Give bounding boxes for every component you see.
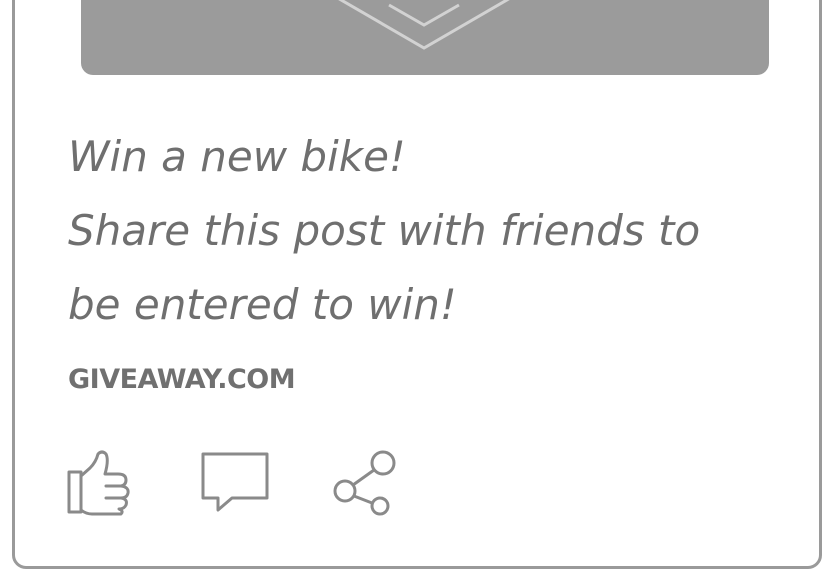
image-placeholder-icon	[338, 0, 510, 50]
post-caption: Win a new bike! Share this post with fri…	[68, 120, 788, 342]
share-button[interactable]	[332, 446, 404, 518]
post-image-placeholder[interactable]	[81, 0, 769, 75]
caption-line-1: Win a new bike!	[68, 132, 406, 181]
speech-bubble-icon	[201, 452, 269, 512]
comment-button[interactable]	[200, 446, 272, 518]
share-icon	[333, 450, 396, 516]
source-link[interactable]: GIVEAWAY.COM	[68, 364, 296, 395]
thumbs-up-icon	[67, 450, 130, 516]
like-button[interactable]	[66, 446, 138, 518]
caption-line-2: Share this post with friends to	[68, 206, 701, 255]
caption-line-3: be entered to win!	[68, 280, 457, 329]
